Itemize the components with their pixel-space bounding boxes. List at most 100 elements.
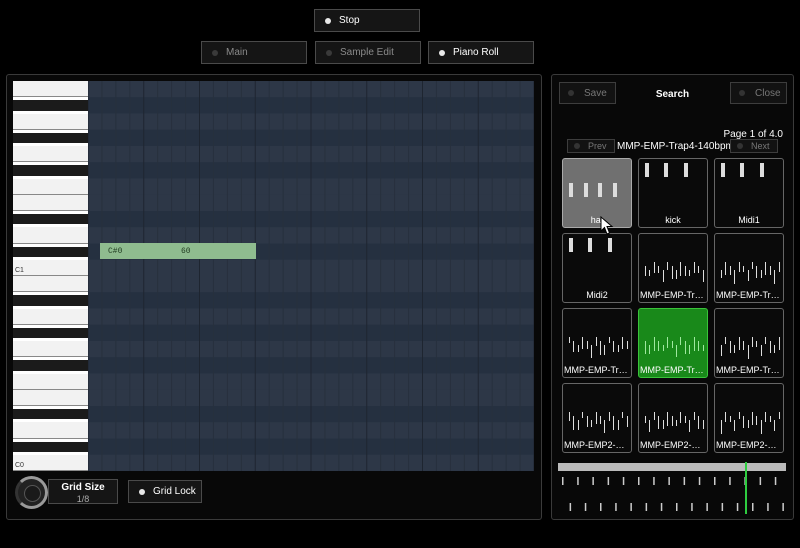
waveform-mark bbox=[765, 262, 767, 275]
white-key[interactable] bbox=[13, 389, 88, 406]
waveform-mark bbox=[729, 341, 731, 353]
sample-tile[interactable]: Midi1 bbox=[714, 158, 784, 228]
tab-main[interactable]: Main bbox=[201, 41, 307, 64]
waveform-mark bbox=[667, 412, 669, 426]
black-key[interactable] bbox=[13, 211, 88, 228]
waveform-mark bbox=[725, 262, 727, 275]
waveform-mark bbox=[645, 163, 649, 177]
waveform-mark bbox=[756, 416, 758, 425]
black-key[interactable] bbox=[13, 97, 88, 114]
waveform-mark bbox=[698, 416, 700, 429]
sample-tile-label: MMP-EMP2-Boo... bbox=[564, 440, 631, 450]
prev-button[interactable]: Prev bbox=[567, 139, 615, 153]
white-key[interactable]: C1 bbox=[13, 259, 88, 276]
save-button[interactable]: Save bbox=[559, 82, 616, 104]
grid-size-control[interactable]: Grid Size 1/8 bbox=[48, 479, 118, 504]
black-key[interactable] bbox=[13, 406, 88, 423]
waveform-mark bbox=[586, 416, 588, 427]
white-key[interactable] bbox=[13, 113, 88, 130]
white-key[interactable]: C0 bbox=[13, 454, 88, 471]
waveform-mark bbox=[664, 163, 669, 177]
waveform-transient bbox=[615, 503, 617, 511]
white-key[interactable] bbox=[13, 308, 88, 325]
grid-lock-button[interactable]: Grid Lock bbox=[128, 480, 202, 503]
status-dot-icon bbox=[139, 488, 145, 495]
waveform-mark bbox=[743, 266, 745, 272]
black-key[interactable] bbox=[13, 357, 88, 374]
waveform-transient bbox=[759, 477, 762, 485]
waveform-mark bbox=[591, 345, 593, 358]
note-grid[interactable] bbox=[88, 81, 534, 471]
sample-tile[interactable]: MMP-EMP2-Boo... bbox=[638, 383, 708, 453]
grid-size-value: 1/8 bbox=[76, 494, 90, 504]
close-button[interactable]: Close bbox=[730, 82, 787, 104]
note-name: C#0 bbox=[108, 246, 123, 256]
white-key[interactable] bbox=[13, 81, 88, 98]
sample-tile-label: hat bbox=[590, 215, 604, 225]
waveform-mark bbox=[725, 337, 727, 344]
white-key[interactable] bbox=[13, 178, 88, 195]
sample-tile[interactable]: MMP-EMP2-Boo... bbox=[562, 383, 632, 453]
sample-tile[interactable]: Midi2 bbox=[562, 233, 632, 303]
next-button[interactable]: Next bbox=[730, 139, 778, 153]
waveform-transient bbox=[774, 477, 777, 485]
waveform-mark bbox=[702, 345, 704, 351]
white-key[interactable] bbox=[13, 341, 88, 358]
black-key[interactable] bbox=[13, 243, 88, 260]
waveform-mark bbox=[729, 416, 731, 422]
sample-tile[interactable]: MMP-EMP2-Boo... bbox=[714, 383, 784, 453]
waveform-mark bbox=[626, 416, 628, 427]
sample-tile-label: MMP-EMP2-Boo... bbox=[640, 440, 707, 450]
waveform-transient bbox=[736, 503, 739, 511]
black-key[interactable] bbox=[13, 324, 88, 341]
waveform-transient bbox=[782, 503, 784, 511]
waveform-mark bbox=[569, 412, 570, 421]
waveform-mark bbox=[617, 420, 619, 430]
sample-tile[interactable]: MMP-EMP-Trap... bbox=[638, 233, 708, 303]
white-key[interactable] bbox=[13, 146, 88, 163]
status-dot-icon bbox=[568, 90, 574, 96]
status-dot-icon bbox=[574, 143, 580, 149]
white-key[interactable] bbox=[13, 194, 88, 211]
grid-size-label: Grid Size bbox=[61, 482, 105, 493]
waveform-mark bbox=[683, 163, 688, 177]
grid-size-knob-icon[interactable] bbox=[15, 476, 48, 509]
waveform-mark bbox=[662, 420, 664, 429]
status-dot-icon bbox=[326, 49, 332, 56]
white-key[interactable] bbox=[13, 422, 88, 439]
black-key[interactable] bbox=[13, 129, 88, 146]
midi-note[interactable]: C#0 60 bbox=[100, 243, 256, 259]
waveform-mark bbox=[734, 345, 736, 353]
white-key[interactable] bbox=[13, 227, 88, 244]
waveform-overview[interactable] bbox=[558, 462, 786, 514]
waveform-transient bbox=[698, 477, 701, 485]
tab-piano-roll[interactable]: Piano Roll bbox=[428, 41, 534, 64]
tab-sample-edit[interactable]: Sample Edit bbox=[315, 41, 421, 64]
black-key[interactable] bbox=[13, 292, 88, 309]
sample-tile[interactable]: hat bbox=[562, 158, 632, 228]
waveform-mark bbox=[613, 341, 615, 352]
waveform-transient bbox=[569, 503, 572, 511]
black-key[interactable] bbox=[13, 438, 88, 455]
waveform-mark bbox=[774, 270, 776, 284]
waveform-mark bbox=[738, 337, 740, 350]
black-key[interactable] bbox=[13, 162, 88, 179]
waveform-mark bbox=[569, 337, 570, 343]
waveform-mark bbox=[693, 337, 695, 351]
waveform-mark bbox=[760, 270, 762, 278]
sample-tile[interactable]: MMP-EMP-Trap... bbox=[638, 308, 708, 378]
white-key[interactable] bbox=[13, 373, 88, 390]
playhead bbox=[745, 462, 747, 514]
piano-keyboard[interactable]: C1 C0 bbox=[13, 81, 88, 471]
sample-tile[interactable]: MMP-EMP-Trap... bbox=[562, 308, 632, 378]
stop-button[interactable]: Stop bbox=[314, 9, 420, 32]
sample-tile[interactable]: MMP-EMP-Trap... bbox=[714, 233, 784, 303]
sample-tile[interactable]: MMP-EMP-Trap... bbox=[714, 308, 784, 378]
waveform-mark bbox=[653, 412, 655, 420]
white-key[interactable] bbox=[13, 276, 88, 293]
close-label: Close bbox=[755, 87, 781, 99]
waveform-transient bbox=[562, 477, 564, 485]
sample-tile[interactable]: kick bbox=[638, 158, 708, 228]
waveform-transient bbox=[683, 477, 686, 485]
waveform-mark bbox=[774, 420, 776, 431]
